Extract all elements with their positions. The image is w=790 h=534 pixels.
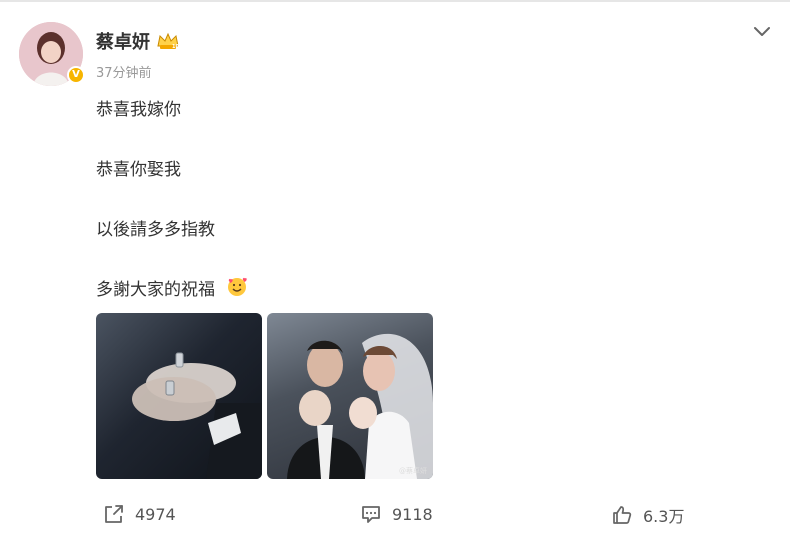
- post-timestamp[interactable]: 37分钟前: [96, 62, 152, 81]
- verified-badge-icon: V: [67, 66, 85, 84]
- post-line-with-emoji: 多謝大家的祝福: [96, 275, 248, 300]
- thumbs-up-icon: [613, 506, 632, 524]
- svg-text:10: 10: [172, 44, 179, 50]
- top-divider: [0, 0, 790, 2]
- crown-icon[interactable]: 10: [156, 31, 180, 51]
- like-count: 6.3万: [643, 507, 685, 526]
- username[interactable]: 蔡卓妍: [96, 28, 150, 54]
- comment-icon: [362, 506, 380, 523]
- chevron-down-icon[interactable]: [752, 24, 772, 40]
- post-line: 多謝大家的祝福: [96, 280, 215, 300]
- username-row: 蔡卓妍 10: [96, 28, 180, 54]
- image-watermark: @蔡卓妍: [399, 467, 427, 475]
- repost-button[interactable]: 4974: [103, 503, 176, 525]
- post-image-hands-rings[interactable]: [96, 313, 262, 479]
- post-image-couple[interactable]: @蔡卓妍: [267, 313, 433, 479]
- post-line: 恭喜我嫁你: [96, 100, 181, 120]
- comment-count: 9118: [392, 504, 433, 524]
- post-line: 以後請多多指教: [96, 220, 215, 240]
- smiling-face-with-hearts-icon: [228, 277, 248, 296]
- repost-count: 4974: [135, 504, 176, 524]
- post-line: 恭喜你娶我: [96, 160, 181, 180]
- avatar[interactable]: V: [19, 22, 85, 86]
- comment-button[interactable]: 9118: [360, 503, 433, 525]
- like-button[interactable]: 6.3万: [611, 503, 684, 527]
- share-icon: [105, 505, 123, 523]
